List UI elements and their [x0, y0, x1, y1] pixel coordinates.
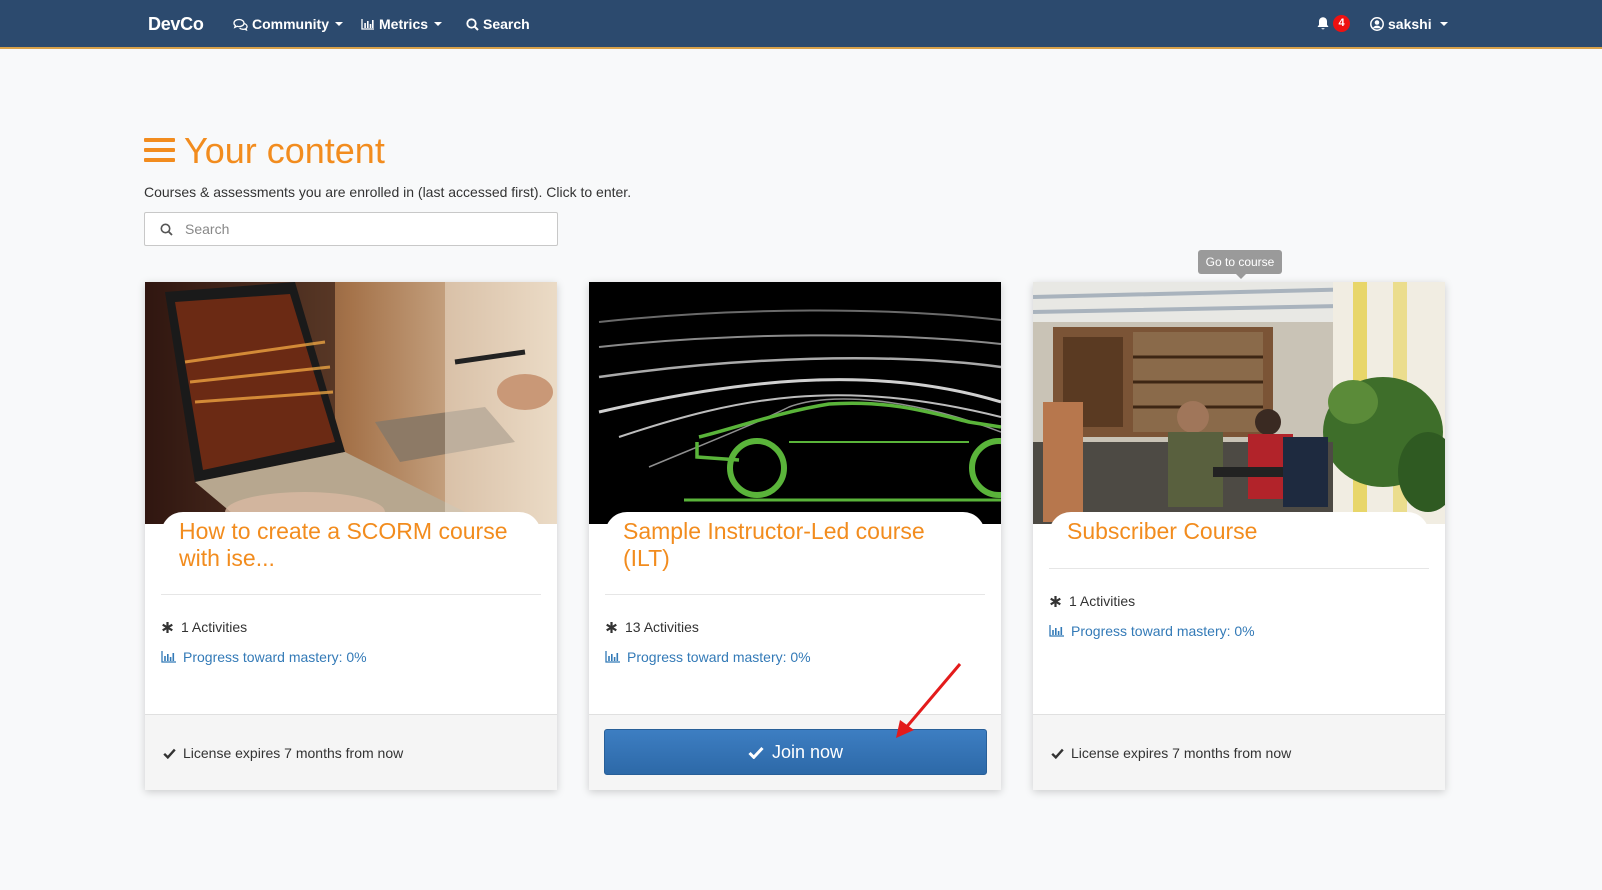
check-icon [1051, 748, 1064, 759]
license-status: License expires 7 months from now [1051, 745, 1291, 761]
progress-mastery-link[interactable]: Progress toward mastery: 0% [1049, 623, 1255, 639]
asterisk-icon [162, 621, 173, 633]
card-footer: License expires 7 months from now [145, 714, 557, 790]
divider [161, 594, 541, 595]
activities-count: 1 Activities [1049, 593, 1135, 609]
page-title: Your content [184, 130, 385, 171]
activities-label: 13 Activities [625, 619, 699, 635]
page-subtitle: Courses & assessments you are enrolled i… [144, 184, 632, 200]
brand-logo[interactable]: DevCo [148, 14, 204, 35]
bar-chart-icon [605, 651, 620, 663]
nav-metrics-label: Metrics [379, 16, 429, 32]
notification-count-badge: 4 [1333, 15, 1350, 32]
content-search-input[interactable] [185, 213, 545, 245]
nav-search[interactable]: Search [466, 16, 530, 32]
chevron-down-icon [434, 22, 443, 26]
comments-icon [233, 18, 248, 31]
bar-chart-icon [361, 19, 374, 30]
bell-icon [1317, 17, 1329, 30]
divider [605, 594, 985, 595]
progress-label: Progress toward mastery: 0% [1071, 623, 1255, 639]
course-thumbnail-car [589, 282, 1001, 524]
join-now-label: Join now [771, 741, 844, 762]
course-card-subscriber[interactable]: Subscriber Course 1 Activities Progress … [1033, 282, 1445, 790]
course-title[interactable]: How to create a SCORM course with ise... [179, 518, 523, 572]
chevron-down-icon [335, 22, 343, 26]
course-title[interactable]: Sample Instructor-Led course (ILT) [623, 518, 967, 572]
nav-community-label: Community [252, 16, 329, 32]
chevron-down-icon [1439, 22, 1448, 26]
bar-chart-icon [1049, 625, 1064, 637]
activities-label: 1 Activities [1069, 593, 1136, 609]
nav-metrics[interactable]: Metrics [361, 16, 443, 32]
course-title-container: How to create a SCORM course with ise... [161, 512, 541, 572]
search-icon [160, 223, 173, 236]
license-label: License expires 7 months from now [183, 745, 404, 761]
bar-chart-icon [161, 651, 176, 663]
hamburger-icon [144, 138, 175, 163]
course-card-scorm[interactable]: How to create a SCORM course with ise...… [145, 282, 557, 790]
user-menu[interactable]: sakshi [1370, 16, 1448, 32]
check-icon [748, 746, 764, 759]
divider [1049, 568, 1429, 569]
progress-mastery-link[interactable]: Progress toward mastery: 0% [605, 649, 811, 665]
activities-count: 13 Activities [605, 619, 699, 635]
activities-count: 1 Activities [161, 619, 247, 635]
search-icon [466, 17, 479, 31]
course-title-container: Sample Instructor-Led course (ILT) [605, 512, 985, 572]
course-thumbnail-laptop [145, 282, 557, 524]
user-circle-icon [1370, 17, 1384, 31]
go-to-course-tooltip: Go to course [1198, 250, 1282, 279]
course-title-container: Subscriber Course [1049, 512, 1429, 545]
top-navbar: DevCo Community Metrics Search 4 sakshi [0, 0, 1602, 49]
activities-label: 1 Activities [181, 619, 248, 635]
nav-community[interactable]: Community [233, 16, 343, 32]
notifications-button[interactable]: 4 [1316, 15, 1350, 32]
nav-search-label: Search [483, 16, 530, 32]
progress-label: Progress toward mastery: 0% [183, 649, 367, 665]
check-icon [163, 748, 176, 759]
progress-mastery-link[interactable]: Progress toward mastery: 0% [161, 649, 367, 665]
course-title[interactable]: Subscriber Course [1067, 518, 1411, 545]
license-status: License expires 7 months from now [163, 745, 403, 761]
asterisk-icon [1050, 595, 1061, 607]
username-label: sakshi [1388, 16, 1432, 32]
content-search-box [144, 212, 558, 246]
asterisk-icon [606, 621, 617, 633]
license-label: License expires 7 months from now [1071, 745, 1292, 761]
course-thumbnail-office [1033, 282, 1445, 524]
arrow-annotation [896, 663, 962, 738]
card-footer: License expires 7 months from now [1033, 714, 1445, 790]
progress-label: Progress toward mastery: 0% [627, 649, 811, 665]
